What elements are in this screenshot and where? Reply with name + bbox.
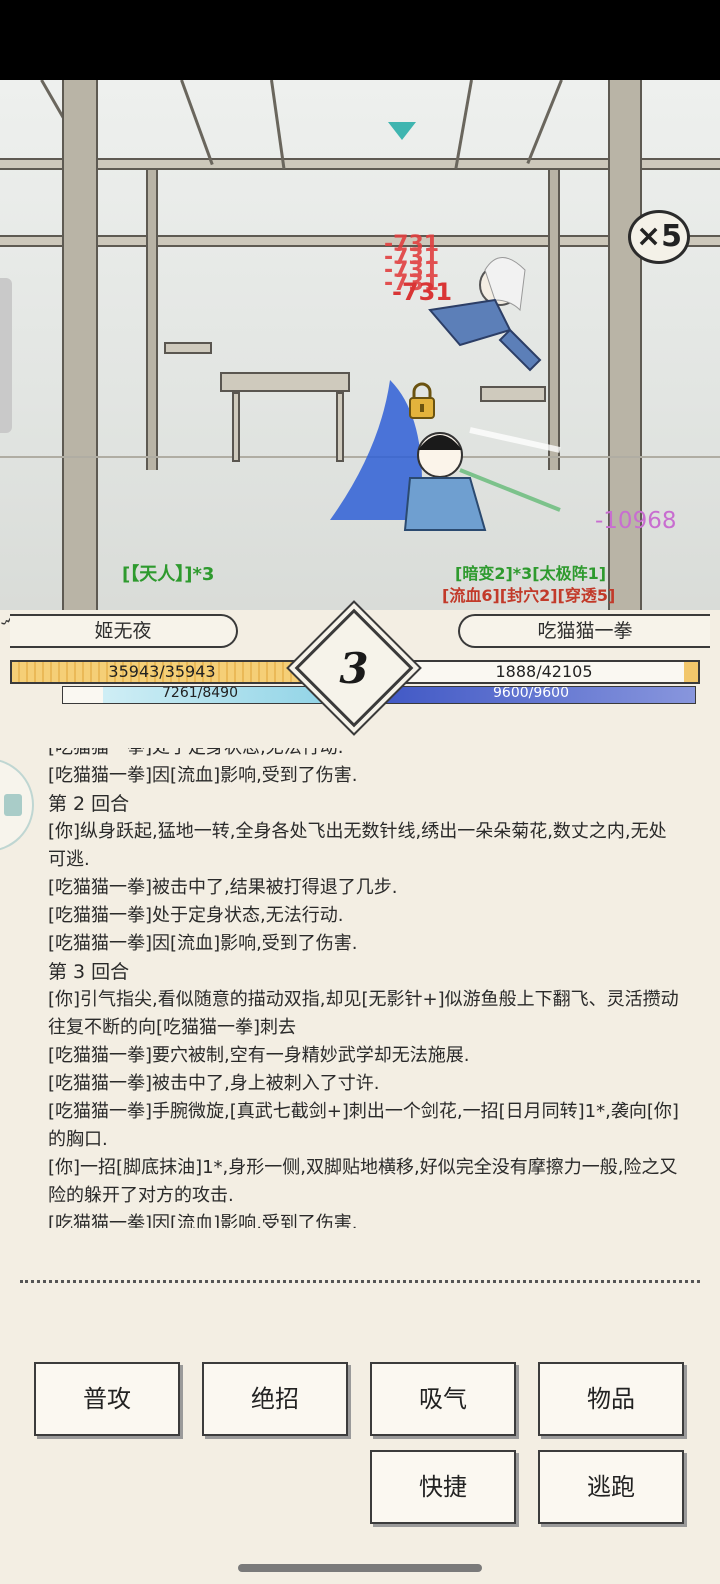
log-line: [吃猫猫一拳]因[流血]影响,受到了伤害.	[48, 765, 358, 786]
player-damage-number: -10968	[595, 508, 677, 534]
player-status-effects: [【天人】]*3	[122, 564, 215, 585]
combat-log[interactable]: [吃猫猫一拳]处于定身状态,无法行动. [吃猫猫一拳]因[流血]影响,受到了伤害…	[0, 748, 720, 1228]
round-number: 3	[339, 644, 369, 693]
battle-scene: ×5 -731 -731 -731 -731 -731 -10968 [【天人】…	[0, 80, 720, 610]
player-mp-bar: 7261/8490	[62, 686, 338, 704]
battle-hud: ෴ ෴ 姬无夜 吃猫猫一拳 35943/35943 1888/42105 726…	[0, 586, 720, 728]
shelf	[164, 342, 212, 354]
enemy-name: 吃猫猫一拳	[458, 614, 710, 648]
player-name: 姬无夜	[10, 614, 238, 648]
speed-multiplier-button[interactable]: ×5	[628, 210, 690, 264]
quick-button[interactable]: 快捷	[370, 1450, 516, 1524]
ultimate-button[interactable]: 绝招	[202, 1362, 348, 1436]
log-line: [吃猫猫一拳]处于定身状态,无法行动.	[48, 905, 344, 926]
home-indicator[interactable]	[238, 1564, 482, 1572]
log-line: [吃猫猫一拳]因[流血]影响,受到了伤害.	[48, 1213, 358, 1228]
rafter	[454, 80, 473, 169]
log-line: [你]一招[脚底抹油]1*,身形一侧,双脚贴地横移,好似完全没有摩擦力一般,险之…	[48, 1157, 678, 1206]
log-round-header: 第 2 回合	[48, 793, 130, 815]
enemy-hp-bar: 1888/42105	[388, 660, 700, 684]
action-divider	[20, 1280, 700, 1283]
attack-button[interactable]: 普攻	[34, 1362, 180, 1436]
lock-icon	[409, 382, 435, 419]
player-mp-text: 7261/8490	[162, 686, 238, 701]
enemy-status-buffs: [暗变2]*3[太极阵1]	[455, 564, 607, 583]
pillar-back-left	[146, 170, 158, 470]
player-character	[330, 380, 561, 531]
log-line: [吃猫猫一拳]处于定身状态,无法行动.	[0, 748, 720, 762]
log-line: [吃猫猫一拳]被击中了,身上被刺入了寸许.	[48, 1073, 380, 1094]
turn-indicator-icon	[388, 122, 416, 140]
log-line: [你]引气指尖,看似随意的描动双指,却见[无影针+]似游鱼般上下翻飞、灵活攒动往…	[48, 989, 679, 1038]
rafter	[526, 80, 563, 165]
enemy-hp-text: 1888/42105	[495, 662, 593, 681]
log-line: [吃猫猫一拳]被击中了,结果被打得退了几步.	[48, 877, 398, 898]
table-leg	[232, 392, 240, 462]
status-bar	[0, 0, 720, 80]
flee-button[interactable]: 逃跑	[538, 1450, 684, 1524]
side-drawer-tab[interactable]	[0, 278, 12, 433]
player-hp-bar: 35943/35943	[10, 660, 314, 684]
player-hp-text: 35943/35943	[108, 662, 216, 681]
log-line: [吃猫猫一拳]要穴被制,空有一身精妙武学却无法施展.	[48, 1045, 470, 1066]
rafter	[180, 80, 214, 166]
rafter	[270, 80, 286, 170]
pillar-left	[62, 80, 98, 610]
log-line: [吃猫猫一拳]手腕微旋,[真武七截剑+]刺出一个剑花,一招[日月同转]1*,袭向…	[48, 1101, 679, 1150]
log-round-header: 第 3 回合	[48, 961, 130, 983]
items-button[interactable]: 物品	[538, 1362, 684, 1436]
enemy-mp-bar: 9600/9600	[366, 686, 696, 704]
enemy-damage-number: -731	[392, 278, 453, 306]
log-line: [你]纵身跃起,猛地一转,全身各处飞出无数针线,绣出一朵朵菊花,数丈之内,无处可…	[48, 821, 667, 870]
log-line: [吃猫猫一拳]因[流血]影响,受到了伤害.	[48, 933, 358, 954]
enemy-mp-text: 9600/9600	[493, 686, 569, 701]
breathe-button[interactable]: 吸气	[370, 1362, 516, 1436]
